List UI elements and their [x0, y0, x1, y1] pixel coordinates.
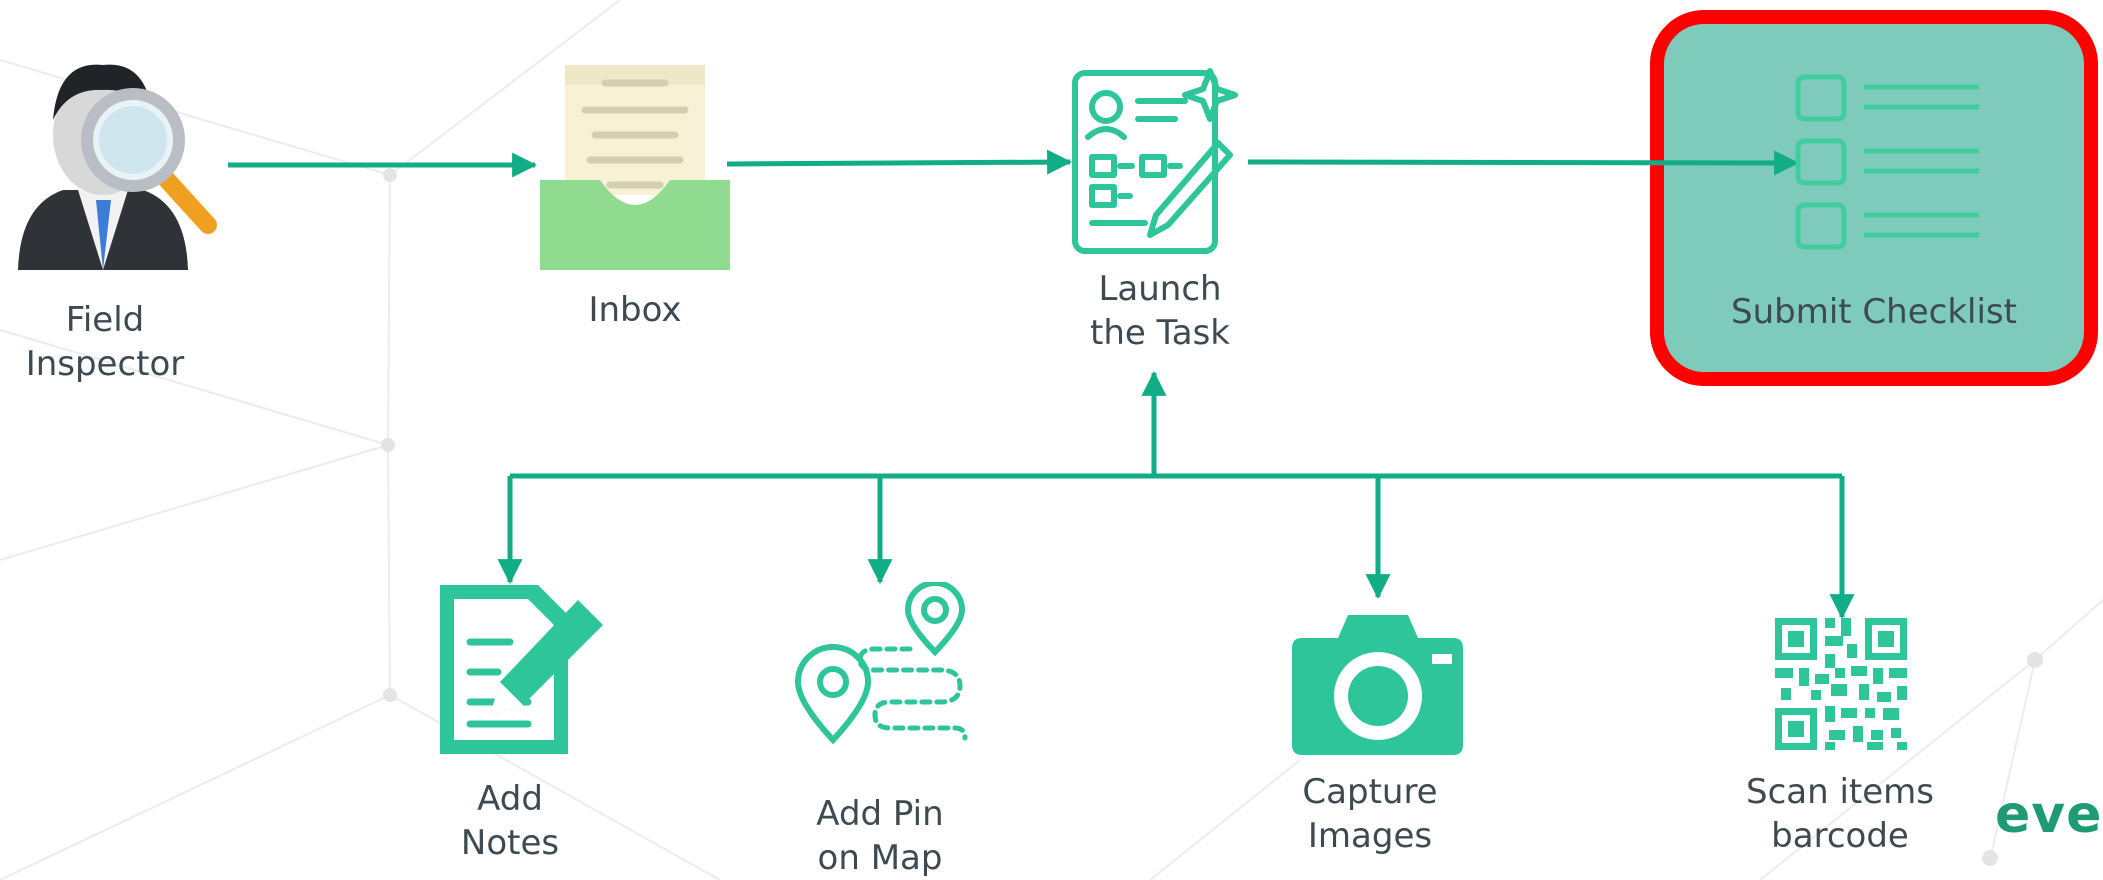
inbox-label: Inbox [588, 290, 682, 330]
task-form-pencil-icon [1072, 68, 1238, 254]
node-inbox[interactable]: Inbox [535, 55, 735, 345]
node-add-notes[interactable]: Add Notes [410, 582, 610, 880]
node-capture-images[interactable]: Capture Images [1270, 610, 1470, 880]
capture-images-label: Capture Images [1302, 772, 1438, 856]
add-notes-label: Add Notes [460, 779, 560, 863]
camera-icon [1292, 615, 1463, 755]
qr-code-icon [1775, 618, 1907, 750]
arrow-inbox-to-launch [726, 149, 1073, 175]
node-launch-task[interactable]: Launch the Task [1060, 65, 1250, 365]
add-pin-label: Add Pin on Map [816, 794, 944, 878]
node-scan-barcode[interactable]: Scan items barcode [1725, 618, 1955, 880]
inbox-tray-icon [540, 65, 730, 270]
node-add-pin[interactable]: Add Pin on Map [780, 582, 980, 880]
notes-pencil-icon [440, 585, 603, 754]
checklist-icon [1795, 74, 1979, 250]
node-submit-checklist[interactable]: Submit Checklist [1664, 24, 2084, 372]
inspector-magnifier-icon [18, 64, 217, 270]
map-pins-route-icon [794, 582, 968, 745]
brand-logo-text: ever [1995, 785, 2103, 845]
field-inspector-label: Field Inspector [25, 300, 185, 384]
node-field-inspector[interactable]: Field Inspector [0, 40, 230, 390]
launch-task-label: Launch the Task [1090, 269, 1230, 353]
scan-barcode-label: Scan items barcode [1746, 772, 1934, 856]
submit-checklist-label: Submit Checklist [1731, 292, 2017, 332]
